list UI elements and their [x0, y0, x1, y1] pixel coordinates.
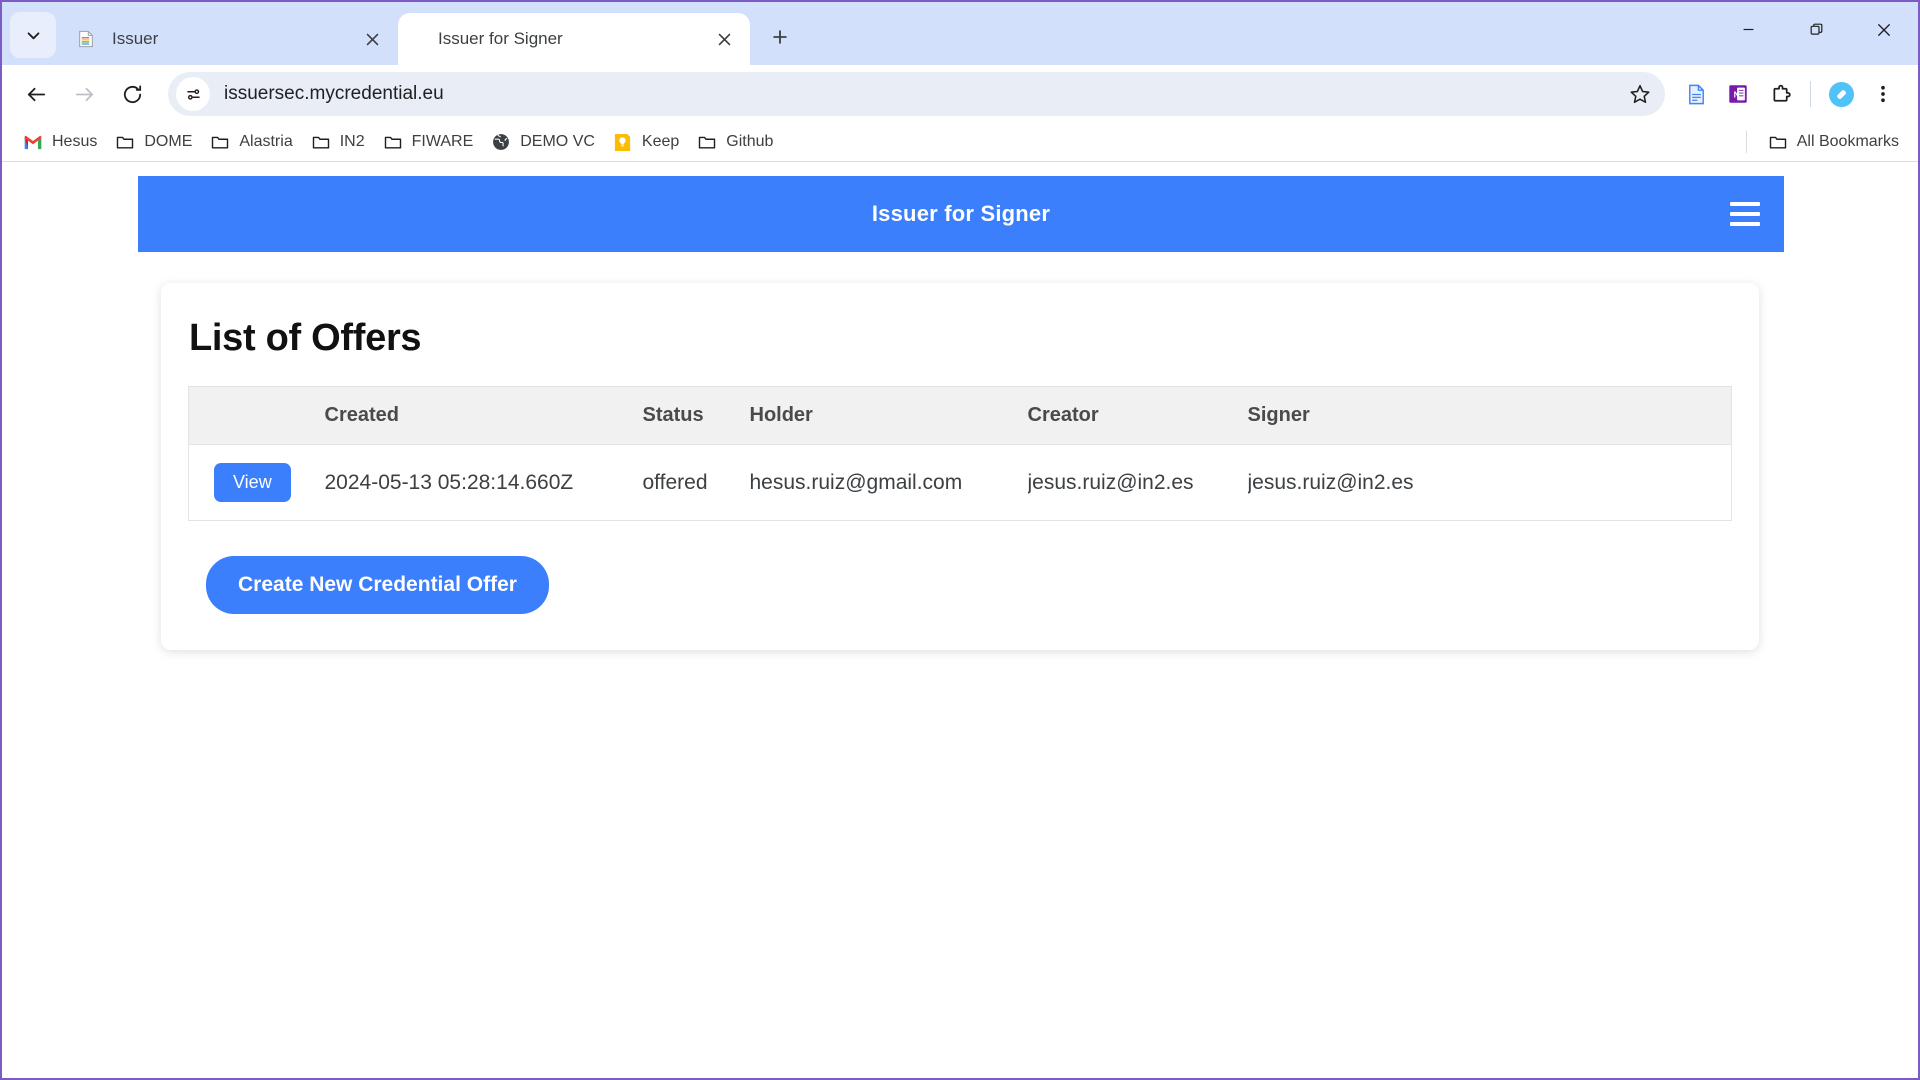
table-body: View 2024-05-13 05:28:14.660Z offered he… — [188, 444, 1732, 521]
google-keep-icon — [613, 132, 633, 152]
profile-avatar-icon[interactable] — [1820, 73, 1862, 115]
browser-toolbar: issuersec.mycredential.eu N — [2, 65, 1918, 123]
browser-window: Issuer Issuer for Signer issuersec.mycre… — [0, 0, 1920, 1080]
minimize-button[interactable] — [1714, 2, 1782, 57]
table-head: Created Status Holder Creator Signer — [188, 386, 1732, 445]
create-new-credential-offer-button[interactable]: Create New Credential Offer — [206, 556, 549, 614]
column-header-action — [188, 386, 325, 445]
bookmark-label: Alastria — [239, 133, 293, 150]
bookmark-in2[interactable]: IN2 — [302, 127, 374, 157]
gmail-icon — [23, 132, 43, 152]
folder-icon — [115, 132, 135, 152]
bookmark-label: DOME — [144, 133, 193, 150]
table-header-row: Created Status Holder Creator Signer — [188, 386, 1732, 445]
tab-issuer-for-signer[interactable]: Issuer for Signer — [398, 13, 750, 65]
tab-search-button[interactable] — [10, 12, 56, 58]
svg-text:N: N — [1734, 90, 1740, 100]
maximize-button[interactable] — [1782, 2, 1850, 57]
bookmark-label: DEMO VC — [520, 133, 595, 150]
hamburger-menu-icon[interactable] — [1730, 202, 1760, 226]
three-dot-menu-icon[interactable] — [1862, 73, 1904, 115]
folder-icon — [1768, 132, 1788, 152]
column-header-status: Status — [642, 386, 750, 445]
onenote-icon[interactable]: N — [1717, 73, 1759, 115]
bookmark-label: IN2 — [339, 133, 365, 150]
plus-icon — [773, 30, 787, 44]
close-icon[interactable] — [358, 25, 386, 53]
app-header: Issuer for Signer — [138, 176, 1784, 252]
column-header-creator: Creator — [1027, 386, 1248, 445]
close-icon[interactable] — [710, 25, 738, 53]
bookmark-keep[interactable]: Keep — [604, 127, 688, 157]
bookmark-fiware[interactable]: FIWARE — [374, 127, 483, 157]
all-bookmarks-button[interactable]: All Bookmarks — [1759, 127, 1908, 157]
bookmark-demo-vc[interactable]: DEMO VC — [482, 127, 604, 157]
cell-signer: jesus.ruiz@in2.es — [1247, 444, 1732, 521]
tab-issuer[interactable]: Issuer — [56, 13, 398, 65]
close-window-button[interactable] — [1850, 2, 1918, 57]
tab-title: Issuer for Signer — [438, 29, 563, 48]
extensions-puzzle-icon[interactable] — [1759, 73, 1801, 115]
reload-icon — [123, 85, 141, 103]
toolbar-divider — [1810, 81, 1811, 107]
arrow-left-icon — [27, 87, 45, 101]
folder-icon — [210, 132, 230, 152]
bookmark-label: Hesus — [52, 133, 98, 150]
table-row: View 2024-05-13 05:28:14.660Z offered he… — [188, 444, 1732, 521]
bookmark-label: FIWARE — [411, 133, 474, 150]
arrow-right-icon — [75, 87, 93, 101]
tab-title: Issuer — [112, 29, 159, 48]
cell-creator: jesus.ruiz@in2.es — [1027, 444, 1248, 521]
bookmark-dome[interactable]: DOME — [106, 127, 201, 157]
close-icon — [1878, 23, 1890, 36]
cell-created: 2024-05-13 05:28:14.660Z — [324, 444, 643, 521]
folder-icon — [311, 132, 331, 152]
bookmark-hesus[interactable]: Hesus — [14, 127, 106, 157]
bookmark-label: Keep — [641, 133, 680, 150]
site-settings-icon[interactable] — [176, 77, 210, 111]
bookmark-label: Github — [726, 133, 774, 150]
bookmark-alastria[interactable]: Alastria — [201, 127, 301, 157]
cell-action: View — [188, 444, 325, 521]
window-controls — [1714, 2, 1918, 57]
url-text: issuersec.mycredential.eu — [224, 83, 444, 104]
column-header-signer: Signer — [1247, 386, 1732, 445]
restore-icon — [1810, 23, 1822, 35]
cell-holder: hesus.ruiz@gmail.com — [749, 444, 1028, 521]
column-header-holder: Holder — [749, 386, 1028, 445]
all-bookmarks-label: All Bookmarks — [1796, 133, 1899, 150]
offers-table: Created Status Holder Creator Signer Vie… — [188, 386, 1732, 521]
bookmark-star-icon[interactable] — [1621, 75, 1659, 113]
folder-icon — [383, 132, 403, 152]
bookmark-github[interactable]: Github — [688, 127, 782, 157]
document-page-icon — [76, 29, 96, 49]
card-title: List of Offers — [189, 317, 422, 359]
column-header-created: Created — [324, 386, 643, 445]
offers-card: List of Offers Created Status Holder Cre… — [161, 283, 1759, 650]
chevron-down-icon — [27, 31, 39, 39]
bookmarks-divider — [1745, 131, 1747, 153]
reading-list-icon[interactable] — [1675, 73, 1717, 115]
new-tab-button[interactable] — [760, 17, 800, 57]
forward-button[interactable] — [64, 74, 104, 114]
page-title: Issuer for Signer — [871, 201, 1051, 226]
folder-icon — [697, 132, 717, 152]
globe-icon — [491, 132, 511, 152]
address-bar[interactable]: issuersec.mycredential.eu — [168, 72, 1665, 116]
bookmarks-bar: Hesus DOME Alastria IN2 FIWARE DEMO VC K… — [2, 123, 1918, 162]
back-button[interactable] — [16, 74, 56, 114]
tab-strip: Issuer Issuer for Signer — [2, 2, 1918, 65]
reload-button[interactable] — [112, 74, 152, 114]
cell-status: offered — [642, 444, 750, 521]
minimize-icon — [1743, 28, 1753, 31]
view-button[interactable]: View — [214, 463, 291, 502]
page-viewport: Issuer for Signer List of Offers Created… — [2, 162, 1918, 1078]
